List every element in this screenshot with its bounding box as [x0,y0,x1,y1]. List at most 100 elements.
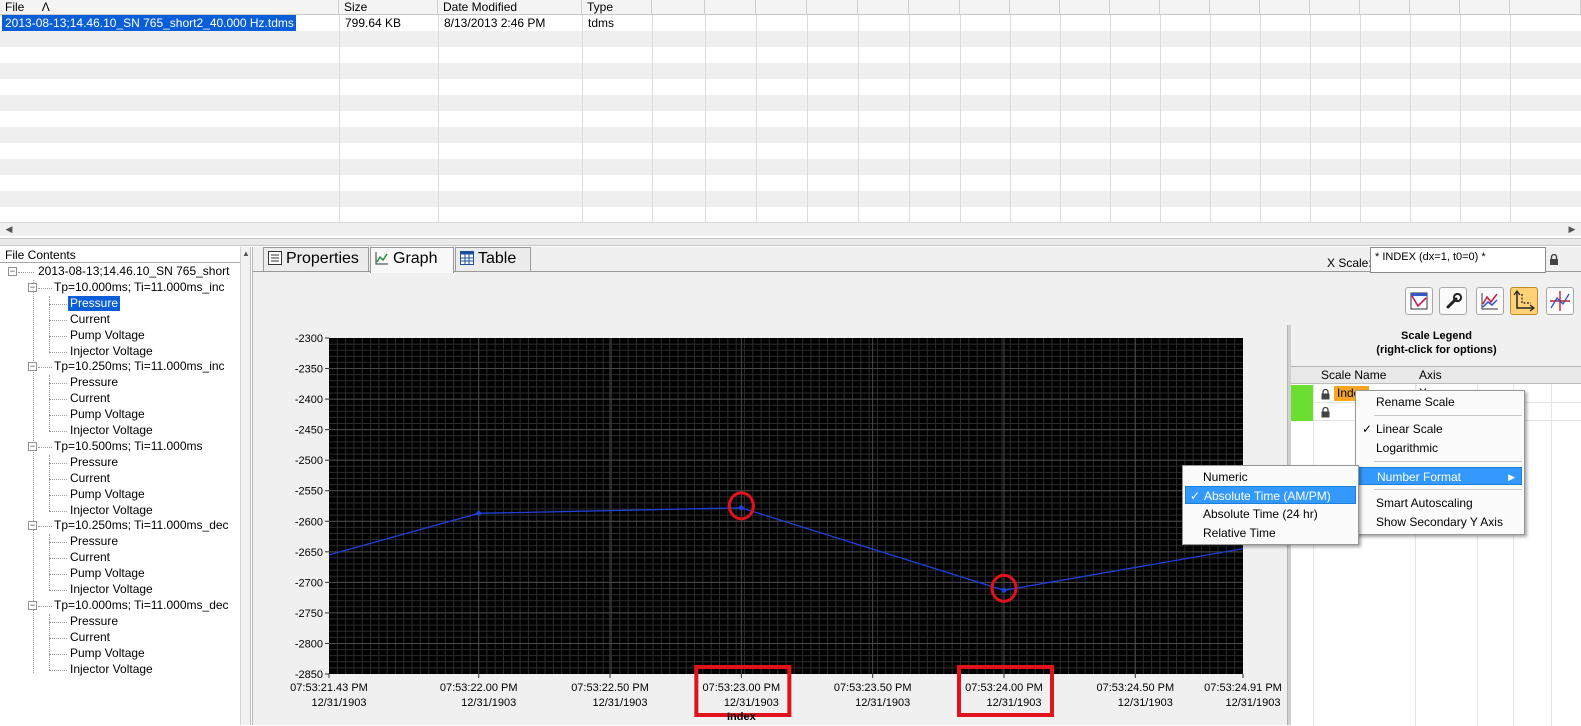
horizontal-scrollbar[interactable]: ◀ ▶ [0,222,1581,236]
menu-item-numeric[interactable]: Numeric [1185,468,1356,486]
file-contents-tree: File Contents ▲ − 2013-08-13;14.46.10_SN… [0,247,251,725]
column-divider [1460,15,1461,222]
cursor-button[interactable] [1546,287,1574,315]
lock-icon[interactable] [1321,389,1330,400]
menu-item-rename-scale[interactable]: Rename Scale [1358,393,1522,411]
tree-channel-current[interactable]: Current [70,391,110,406]
plot-properties-button[interactable] [1405,287,1433,315]
tab-table[interactable]: Table [455,247,531,271]
pressure-plot[interactable]: -2300 -2350 -2400 -2450 -2500 -2550 -2600 -2650… [273,317,1283,725]
scale-color-swatch[interactable] [1291,385,1313,403]
tab-graph[interactable]: Graph [370,247,454,273]
menu-item-logarithmic[interactable]: Logarithmic [1358,439,1522,457]
tree-channel-pressure[interactable]: Pressure [70,534,118,549]
tree-group[interactable]: Tp=10.500ms; Ti=11.000ms [54,439,203,454]
tree-channel-pump-voltage[interactable]: Pump Voltage [70,487,145,502]
tree-group[interactable]: Tp=10.250ms; Ti=11.000ms_inc [54,359,225,374]
tree-group[interactable]: Tp=10.250ms; Ti=11.000ms_dec [54,518,229,533]
tab-label: Graph [393,250,438,267]
menu-item-number-format[interactable]: Number Format ▶ [1358,467,1522,485]
tree-channel-injector-voltage[interactable]: Injector Voltage [70,503,153,518]
x-tick-time-label: 07:53:23.00 PM [703,682,781,694]
menu-item-show-secondary-y-axis[interactable]: Show Secondary Y Axis [1358,513,1522,531]
column-header-file[interactable]: File Λ [0,0,339,15]
collapse-icon[interactable]: − [28,442,37,451]
collapse-icon[interactable]: − [28,521,37,530]
tree-channel-injector-voltage[interactable]: Injector Voltage [70,662,153,677]
sort-ascending-icon: Λ [41,0,50,14]
wrench-icon [1446,292,1463,309]
data-point [476,510,482,516]
tree-guide [49,320,67,321]
scale-button[interactable] [1510,287,1538,315]
tree-channel-pressure[interactable]: Pressure [70,375,118,390]
x-tick-time-label: 07:53:24.50 PM [1096,682,1174,694]
pane-splitter[interactable] [0,238,1581,246]
tab-properties[interactable]: Properties [263,247,369,271]
tree-guide [49,463,67,464]
menu-label: Numeric [1203,470,1248,484]
lock-icon[interactable] [1321,407,1330,418]
column-label: Type [587,0,614,14]
menu-label: Rename Scale [1376,395,1455,409]
column-header-empty [1510,0,1581,15]
y-tick-label: -2550 [295,486,323,498]
tree-channel-pressure[interactable]: Pressure [68,296,121,311]
tree-group[interactable]: Tp=10.000ms; Ti=11.000ms_inc [54,280,225,295]
tree-channel-injector-voltage[interactable]: Injector Voltage [70,423,153,438]
tree-channel-pressure[interactable]: Pressure [70,455,118,470]
menu-item-absolute-time-24hr[interactable]: Absolute Time (24 hr) [1185,505,1356,523]
column-divider [909,15,910,222]
legend-header: Scale Name Axis [1291,367,1581,384]
tree-channel-injector-voltage[interactable]: Injector Voltage [70,344,153,359]
tree-channel-pump-voltage[interactable]: Pump Voltage [70,407,145,422]
menu-item-linear-scale[interactable]: ✓ Linear Scale [1358,420,1522,438]
menu-item-smart-autoscaling[interactable]: Smart Autoscaling [1358,494,1522,512]
menu-label: Linear Scale [1376,422,1443,436]
column-header-empty [1210,0,1260,15]
tree-channel-injector-voltage[interactable]: Injector Voltage [70,582,153,597]
tree-root[interactable]: 2013-08-13;14.46.10_SN 765_short [38,264,229,279]
scroll-left-icon[interactable]: ◀ [2,223,16,236]
lock-icon[interactable] [1549,253,1559,269]
legend-header-scale-name: Scale Name [1321,368,1387,382]
menu-label: Absolute Time (24 hr) [1203,507,1318,521]
scale-color-swatch[interactable] [1291,403,1313,421]
tree-channel-pressure[interactable]: Pressure [70,614,118,629]
column-label: Date Modified [443,0,518,14]
collapse-icon[interactable]: − [28,362,37,371]
tree-group[interactable]: Tp=10.000ms; Ti=11.000ms_dec [54,598,229,613]
tree-channel-current[interactable]: Current [70,550,110,565]
file-row[interactable]: 2013-08-13;14.46.10_SN 765_short2_40.000… [0,15,1581,31]
column-divider [1010,15,1011,222]
tree-channel-current[interactable]: Current [70,471,110,486]
x-tick-date-label: 12/31/1903 [1225,697,1280,709]
y-tick-label: -2350 [295,364,323,376]
column-header-type[interactable]: Type [582,0,652,15]
tree-vertical-scrollbar[interactable]: ▲ [240,247,250,725]
tree-channel-pump-voltage[interactable]: Pump Voltage [70,566,145,581]
empty-row [0,207,1581,223]
tree-channel-current[interactable]: Current [70,312,110,327]
collapse-icon[interactable]: − [28,283,37,292]
collapse-icon[interactable]: − [8,267,17,276]
column-header-empty [1260,0,1310,15]
column-header-size[interactable]: Size [339,0,438,15]
menu-item-relative-time[interactable]: Relative Time [1185,524,1356,542]
file-name[interactable]: 2013-08-13;14.46.10_SN 765_short2_40.000… [2,15,296,31]
column-header-date[interactable]: Date Modified [438,0,582,15]
tree-channel-pump-voltage[interactable]: Pump Voltage [70,646,145,661]
legend-subtitle-text: (right-click for options) [1376,344,1497,356]
chart-type-button[interactable] [1476,287,1504,315]
scroll-up-icon[interactable]: ▲ [241,249,250,258]
scroll-right-icon[interactable]: ▶ [1565,223,1579,236]
menu-item-absolute-time-ampm[interactable]: ✓ Absolute Time (AM/PM) [1185,486,1356,504]
empty-row [0,47,1581,63]
tree-channel-current[interactable]: Current [70,630,110,645]
settings-button[interactable] [1439,287,1467,315]
tree-channel-pump-voltage[interactable]: Pump Voltage [70,328,145,343]
x-scale-field[interactable]: * INDEX (dx=1, t0=0) * [1370,247,1546,273]
legend-grid-line [1313,384,1314,726]
collapse-icon[interactable]: − [28,601,37,610]
tree-guide [49,558,67,559]
